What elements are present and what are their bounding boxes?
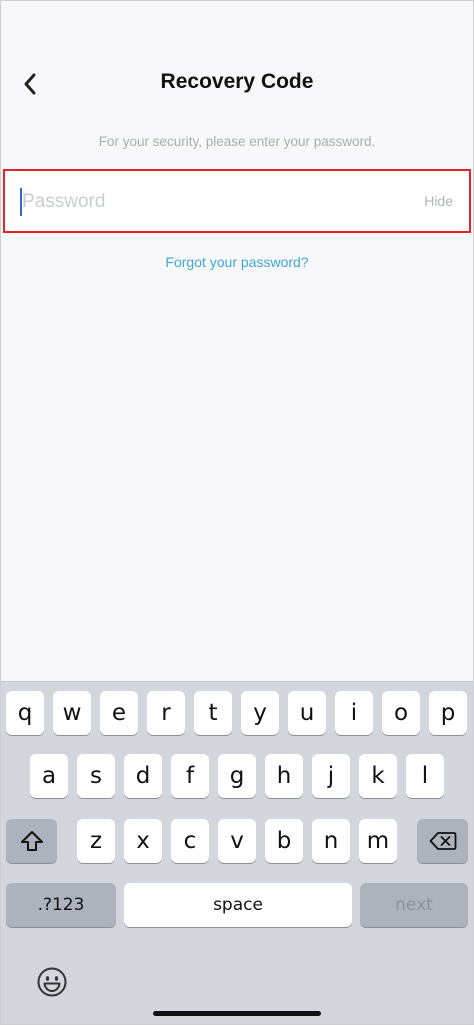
key-u[interactable]: u xyxy=(288,691,326,735)
space-key[interactable]: space xyxy=(124,883,352,927)
numbers-key[interactable]: .?123 xyxy=(6,883,116,927)
key-t[interactable]: t xyxy=(194,691,232,735)
key-n[interactable]: n xyxy=(312,819,350,863)
next-key[interactable]: next xyxy=(360,883,468,927)
key-o[interactable]: o xyxy=(382,691,420,735)
key-m[interactable]: m xyxy=(359,819,397,863)
key-g[interactable]: g xyxy=(218,754,256,798)
key-l[interactable]: l xyxy=(406,754,444,798)
password-input[interactable] xyxy=(22,185,402,219)
shift-icon xyxy=(20,831,43,851)
forgot-password-link[interactable]: Forgot your password? xyxy=(0,254,474,270)
backspace-icon xyxy=(429,832,456,850)
key-p[interactable]: p xyxy=(429,691,467,735)
key-j[interactable]: j xyxy=(312,754,350,798)
key-f[interactable]: f xyxy=(171,754,209,798)
key-v[interactable]: v xyxy=(218,819,256,863)
home-indicator xyxy=(153,1011,321,1016)
key-y[interactable]: y xyxy=(241,691,279,735)
key-i[interactable]: i xyxy=(335,691,373,735)
key-x[interactable]: x xyxy=(124,819,162,863)
key-d[interactable]: d xyxy=(124,754,162,798)
key-z[interactable]: z xyxy=(77,819,115,863)
password-field-container[interactable]: Hide xyxy=(3,169,471,233)
key-h[interactable]: h xyxy=(265,754,303,798)
shift-key[interactable] xyxy=(6,819,57,863)
key-s[interactable]: s xyxy=(77,754,115,798)
emoji-icon xyxy=(37,967,67,997)
key-e[interactable]: e xyxy=(100,691,138,735)
key-b[interactable]: b xyxy=(265,819,303,863)
page-title: Recovery Code xyxy=(160,70,314,93)
header: Recovery Code xyxy=(0,60,474,108)
key-w[interactable]: w xyxy=(53,691,91,735)
security-subtitle: For your security, please enter your pas… xyxy=(98,134,376,149)
key-r[interactable]: r xyxy=(147,691,185,735)
key-k[interactable]: k xyxy=(359,754,397,798)
key-c[interactable]: c xyxy=(171,819,209,863)
backspace-key[interactable] xyxy=(417,819,468,863)
key-q[interactable]: q xyxy=(6,691,44,735)
key-a[interactable]: a xyxy=(30,754,68,798)
hide-password-button[interactable]: Hide xyxy=(424,193,453,209)
emoji-button[interactable] xyxy=(32,962,72,1002)
